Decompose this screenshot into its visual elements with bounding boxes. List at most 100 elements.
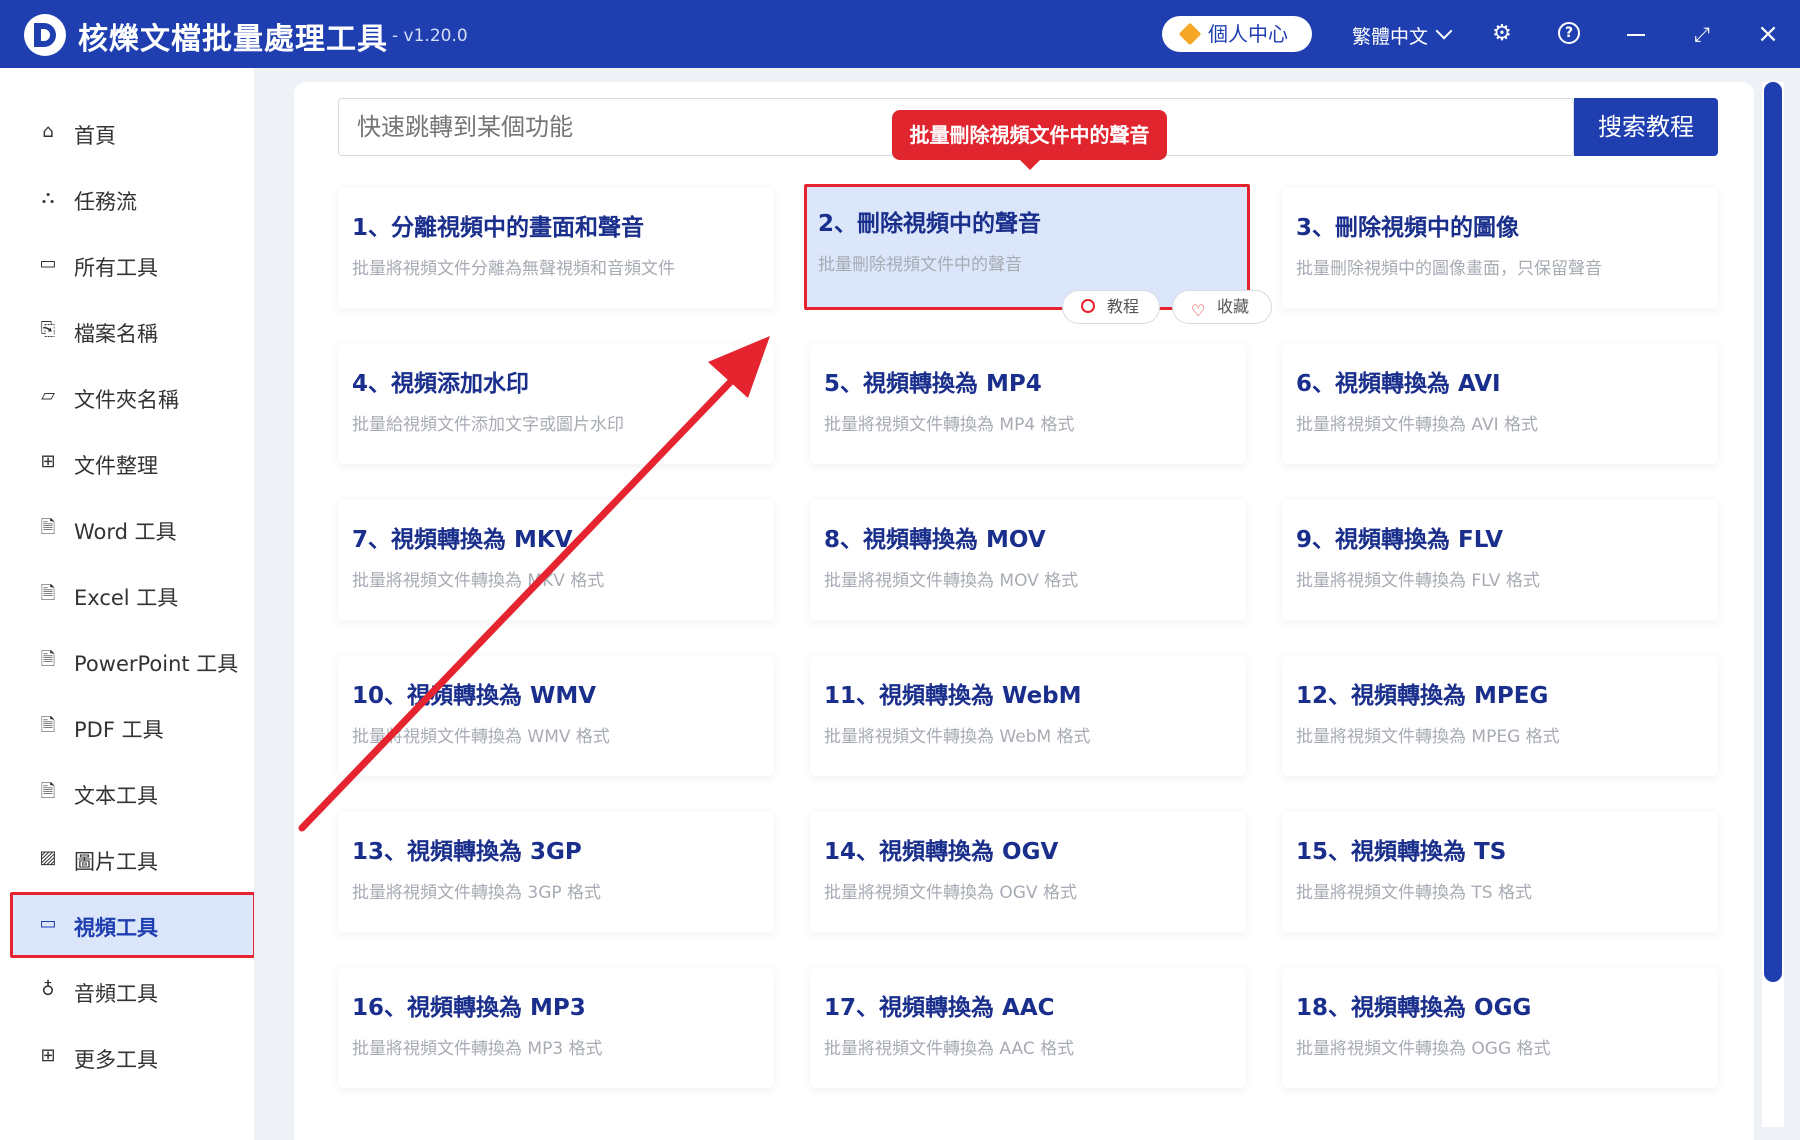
search-tutorial-button[interactable]: 搜索教程 [1574,98,1718,156]
sidebar-item-label: 所有工具 [74,256,158,280]
sidebar-item[interactable]: ♁ 音頻工具 [10,958,256,1024]
sidebar-item-label: Word 工具 [74,520,177,544]
tool-card-description: 批量將視頻文件轉換為 AVI 格式 [1296,415,1538,435]
tool-card-title: 7、視頻轉換為 MKV [352,527,573,553]
tool-card-title: 16、視頻轉換為 MP3 [352,995,586,1021]
sidebar-item-label: 音頻工具 [74,982,158,1006]
tool-card[interactable]: 9、視頻轉換為 FLV 批量將視頻文件轉換為 FLV 格式 [1282,500,1718,620]
tool-card-title: 13、視頻轉換為 3GP [352,839,582,865]
chevron-down-icon[interactable] [1435,22,1453,40]
sidebar-item-label: 視頻工具 [74,916,158,940]
tool-card-title: 6、視頻轉換為 AVI [1296,371,1501,397]
sidebar-item-label: 文件整理 [74,454,158,478]
sidebar-item-label: 文本工具 [74,784,158,808]
sidebar-item-label: 檔案名稱 [74,322,158,346]
tool-card-description: 批量將視頻文件轉換為 WMV 格式 [352,727,610,747]
sidebar-item[interactable]: ⛬ 任務流 [10,166,256,232]
language-select[interactable]: 繁體中文 [1352,22,1428,49]
app-version: - v1.20.0 [392,26,468,46]
sidebar-item[interactable]: ⌂ 首頁 [10,100,256,166]
tool-card[interactable]: 14、視頻轉換為 OGV 批量將視頻文件轉換為 OGV 格式 [810,812,1246,932]
home-icon: ⌂ [42,121,54,142]
workflow-icon: ⛬ [41,187,55,208]
sidebar-item-label: 首頁 [74,124,116,148]
tutorial-label: 教程 [1107,297,1140,316]
tutorial-pill[interactable]: 教程 [1062,290,1160,324]
sidebar-item[interactable]: ▭ 所有工具 [10,232,256,298]
tool-card[interactable]: 4、視頻添加水印 批量給視頻文件添加文字或圖片水印 [338,344,774,464]
sidebar-item-label: 文件夾名稱 [74,388,179,412]
tool-card-title: 11、視頻轉換為 WebM [824,683,1082,709]
tool-card-description: 批量將視頻文件轉換為 MP4 格式 [824,415,1075,435]
tool-card-title: 14、視頻轉換為 OGV [824,839,1059,865]
organize-icon: ⊞ [40,451,56,472]
tool-card[interactable]: 1、分離視頻中的畫面和聲音批量將視頻文件分離為無聲視頻和音頻文件 [338,188,774,308]
sidebar-item[interactable]: ▨ 圖片工具 [10,826,256,892]
tool-card-description: 批量刪除視頻中的圖像畫面，只保留聲音 [1296,259,1602,279]
tool-card-description: 批量將視頻文件轉換為 MP3 格式 [352,1039,603,1059]
tool-card[interactable]: 3、刪除視頻中的圖像 批量刪除視頻中的圖像畫面，只保留聲音 [1282,188,1718,308]
tool-card-description: 批量將視頻文件轉換為 MOV 格式 [824,571,1079,591]
gear-icon[interactable]: ⚙ [1490,22,1514,46]
tool-card-title: 12、視頻轉換為 MPEG [1296,683,1549,709]
expand-icon[interactable]: ⤢ [1690,22,1714,46]
user-center-button[interactable]: 個人中心 [1162,16,1312,52]
word-icon: 🗎 [40,517,56,538]
tool-card[interactable]: 18、視頻轉換為 OGG 批量將視頻文件轉換為 OGG 格式 [1282,968,1718,1088]
tool-card[interactable]: 5、視頻轉換為 MP4 批量將視頻文件轉換為 MP4 格式 [810,344,1246,464]
minimize-icon[interactable] [1624,22,1648,46]
tool-card[interactable]: 7、視頻轉換為 MKV 批量將視頻文件轉換為 MKV 格式 [338,500,774,620]
sidebar-item[interactable]: ▱ 文件夾名稱 [10,364,256,430]
sidebar-item[interactable]: ⎘ 檔案名稱 [10,298,256,364]
tool-card[interactable]: 10、視頻轉換為 WMV 批量將視頻文件轉換為 WMV 格式 [338,656,774,776]
tool-card[interactable]: 15、視頻轉換為 TS 批量將視頻文件轉換為 TS 格式 [1282,812,1718,932]
tool-card-description: 批量刪除視頻文件中的聲音 [818,255,1022,275]
tool-card-title: 17、視頻轉換為 AAC [824,995,1055,1021]
sidebar-item-label: 任務流 [74,190,137,214]
tool-card[interactable]: 13、視頻轉換為 3GP 批量將視頻文件轉換為 3GP 格式 [338,812,774,932]
sidebar-item[interactable]: 🗎 Excel 工具 [10,562,256,628]
tool-card[interactable]: 16、視頻轉換為 MP3 批量將視頻文件轉換為 MP3 格式 [338,968,774,1088]
scrollbar-thumb[interactable] [1764,82,1782,982]
text-icon: 🗎 [40,781,56,802]
sidebar-item[interactable]: ⊞ 更多工具 [10,1024,256,1090]
tool-card[interactable]: 8、視頻轉換為 MOV 批量將視頻文件轉換為 MOV 格式 [810,500,1246,620]
tool-card-title: 9、視頻轉換為 FLV [1296,527,1504,553]
sidebar-item[interactable]: ▭ 視頻工具 [10,892,256,958]
tool-card-description: 批量將視頻文件轉換為 OGV 格式 [824,883,1077,903]
sidebar-item[interactable]: ⊞ 文件整理 [10,430,256,496]
tool-card-description: 批量將視頻文件轉換為 MPEG 格式 [1296,727,1560,747]
sidebar-item-label: 更多工具 [74,1048,158,1072]
tool-card-title: 10、視頻轉換為 WMV [352,683,597,709]
video-icon: ▭ [39,913,57,934]
tooltip-arrow [1020,160,1040,170]
tool-card[interactable]: 11、視頻轉換為 WebM 批量將視頻文件轉換為 WebM 格式 [810,656,1246,776]
excel-icon: 🗎 [40,583,56,604]
tool-card-description: 批量給視頻文件添加文字或圖片水印 [352,415,624,435]
sidebar-item[interactable]: 🗎 Word 工具 [10,496,256,562]
tool-card-description: 批量將視頻文件轉換為 WebM 格式 [824,727,1091,747]
help-icon[interactable]: ? [1558,22,1580,44]
title-bar: 核爍文檔批量處理工具 - v1.20.0 個人中心 繁體中文 ⚙ ? ⤢ × [0,0,1800,68]
sidebar-item[interactable]: 🗎 PowerPoint 工具 [10,628,256,694]
tool-card-description: 批量將視頻文件分離為無聲視頻和音頻文件 [352,259,675,279]
tool-card-description: 批量將視頻文件轉換為 3GP 格式 [352,883,602,903]
sidebar-item[interactable]: 🗎 PDF 工具 [10,694,256,760]
tool-card[interactable]: 6、視頻轉換為 AVI 批量將視頻文件轉換為 AVI 格式 [1282,344,1718,464]
tool-card-title: 2、刪除視頻中的聲音 [818,211,1042,237]
sidebar-item-label: PDF 工具 [74,718,164,742]
user-center-label: 個人中心 [1208,22,1288,46]
tool-card-title: 18、視頻轉換為 OGG [1296,995,1532,1021]
tool-card-description: 批量將視頻文件轉換為 OGG 格式 [1296,1039,1551,1059]
app-logo-icon [24,14,66,56]
sidebar-item[interactable]: 🗎 文本工具 [10,760,256,826]
sidebar-item-label: 圖片工具 [74,850,158,874]
close-icon[interactable]: × [1756,21,1780,47]
tool-card[interactable]: 17、視頻轉換為 AAC 批量將視頻文件轉換為 AAC 格式 [810,968,1246,1088]
grid-icon: ⊞ [40,1045,56,1066]
tool-card-title: 1、分離視頻中的畫面和聲音 [352,215,645,241]
tool-card[interactable]: 12、視頻轉換為 MPEG 批量將視頻文件轉換為 MPEG 格式 [1282,656,1718,776]
file-copy-icon: ⎘ [40,319,56,340]
tool-card-description: 批量將視頻文件轉換為 TS 格式 [1296,883,1532,903]
favorite-pill[interactable]: ♡ 收藏 [1172,290,1272,324]
